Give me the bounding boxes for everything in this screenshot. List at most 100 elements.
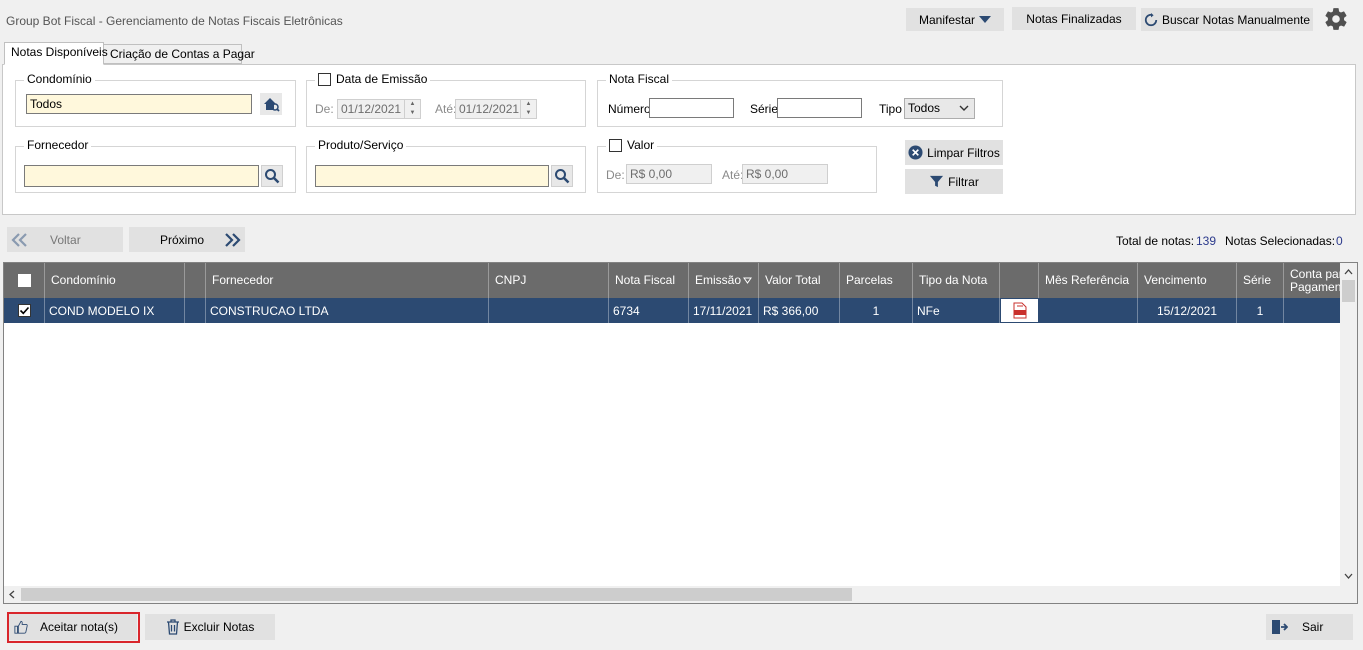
numero-field[interactable] (649, 98, 734, 118)
buscar-notas-label: Buscar Notas Manualmente (1161, 12, 1311, 27)
double-chevron-right-icon (225, 232, 241, 247)
data-emissao-label: Data de Emissão (336, 72, 428, 86)
sair-label: Sair (1302, 620, 1324, 634)
filtrar-button[interactable]: Filtrar (905, 169, 1003, 194)
data-ate-field[interactable]: 01/12/2021 ▲ ▼ (455, 99, 537, 119)
condominio-field[interactable]: Todos (26, 94, 252, 114)
settings-button[interactable] (1323, 6, 1351, 34)
filter-panel: Condomínio Todos Data de Emissão De: 01/… (2, 64, 1356, 215)
search-icon (265, 169, 280, 184)
col-valor-total[interactable]: Valor Total (759, 263, 840, 298)
buscar-notas-button[interactable]: Buscar Notas Manualmente (1141, 8, 1313, 31)
limpar-filtros-button[interactable]: Limpar Filtros (905, 140, 1003, 165)
data-ate-spinner[interactable]: ▲ ▼ (520, 100, 536, 118)
data-emissao-group: Data de Emissão De: 01/12/2021 ▲ ▼ Até: 0… (306, 72, 586, 127)
fornecedor-search-button[interactable] (261, 165, 283, 187)
produto-label: Produto/Serviço (315, 138, 407, 152)
select-all-checkbox[interactable] (17, 274, 31, 287)
col-condominio[interactable]: Condomínio (45, 263, 185, 298)
funnel-icon (930, 175, 944, 188)
notas-grid[interactable]: Condomínio Fornecedor CNPJ Nota Fiscal E… (3, 262, 1358, 604)
gear-icon (1325, 8, 1347, 30)
total-notas-label: Total de notas: (1116, 234, 1195, 248)
valor-de-field[interactable]: R$ 0,00 (626, 164, 712, 184)
cell-cnpj (489, 298, 609, 323)
col-mes-referencia[interactable]: Mês Referência (1039, 263, 1138, 298)
col-vencimento[interactable]: Vencimento (1138, 263, 1237, 298)
sair-button[interactable]: Sair (1266, 614, 1353, 640)
serie-label: Série (750, 102, 779, 116)
voltar-button[interactable]: Voltar (7, 227, 123, 252)
excluir-notas-label: Excluir Notas (183, 620, 255, 634)
col-conta-pagamento[interactable]: Conta para Pagamento (1284, 263, 1344, 298)
col-cnpj[interactable]: CNPJ (489, 263, 609, 298)
cell-serie: 1 (1237, 298, 1284, 323)
trash-icon (166, 619, 179, 635)
pdf-icon[interactable] (1013, 302, 1027, 319)
tab-criacao-contas[interactable]: Criação de Contas a Pagar (103, 44, 255, 64)
valor-ate-label: Até: (722, 168, 744, 182)
col-parcelas[interactable]: Parcelas (840, 263, 913, 298)
cell-valor-total: R$ 366,00 (759, 298, 840, 323)
serie-field[interactable] (777, 98, 862, 118)
cell-blank-1 (185, 298, 206, 323)
cell-fornecedor: CONSTRUCAO LTDA (206, 298, 489, 323)
produto-group: Produto/Serviço (306, 138, 586, 193)
col-fornecedor[interactable]: Fornecedor (206, 263, 489, 298)
search-icon (555, 169, 570, 184)
data-de-spinner[interactable]: ▲ ▼ (404, 100, 420, 118)
limpar-filtros-label: Limpar Filtros (927, 145, 1000, 160)
notas-selecionadas-label: Notas Selecionadas: (1225, 234, 1336, 248)
condominio-lookup-button[interactable] (260, 93, 282, 115)
notas-finalizadas-label: Notas Finalizadas (1026, 11, 1122, 26)
valor-checkbox[interactable] (609, 138, 622, 152)
vertical-scroll-thumb[interactable] (1342, 280, 1355, 302)
horizontal-scrollbar[interactable] (4, 586, 1341, 603)
notas-finalizadas-button[interactable]: Notas Finalizadas (1012, 7, 1136, 30)
col-tipo-nota[interactable]: Tipo da Nota (913, 263, 1000, 298)
tipo-select[interactable]: Todos (904, 98, 975, 119)
cell-nota-fiscal: 6734 (609, 298, 689, 323)
cell-parcelas: 1 (840, 298, 913, 323)
scroll-down-icon[interactable] (1344, 573, 1353, 579)
total-notas-value: 139 (1196, 234, 1217, 248)
exit-door-icon (1272, 620, 1288, 634)
cell-condominio: COND MODELO IX (45, 298, 185, 323)
scroll-up-icon[interactable] (1344, 269, 1353, 275)
fornecedor-field[interactable] (24, 165, 259, 187)
caret-down-icon (979, 15, 992, 23)
vertical-scrollbar[interactable] (1340, 263, 1357, 603)
cell-pdf[interactable] (1000, 298, 1039, 323)
table-row[interactable]: COND MODELO IX CONSTRUCAO LTDA 6734 17/1… (4, 298, 1341, 323)
proximo-button[interactable]: Próximo (129, 227, 245, 252)
data-de-label: De: (315, 102, 334, 116)
produto-search-button[interactable] (551, 165, 573, 187)
horizontal-scroll-thumb[interactable] (21, 588, 852, 601)
house-search-icon (264, 98, 280, 112)
notas-selecionadas-value: 0 (1336, 234, 1343, 248)
select-all-header (4, 263, 45, 298)
cell-emissao: 17/11/2021 (689, 298, 759, 323)
refresh-icon (1144, 12, 1158, 26)
voltar-label: Voltar (50, 232, 81, 247)
tab-notas-disponiveis[interactable]: Notas Disponíveis (4, 42, 108, 65)
row-checkbox[interactable] (17, 304, 31, 317)
scroll-left-icon[interactable] (9, 590, 15, 599)
col-emissao[interactable]: Emissão (689, 263, 759, 298)
cell-tipo-nota: NFe (913, 298, 1000, 323)
condominio-label: Condomínio (24, 72, 95, 86)
col-blank-2[interactable] (1000, 263, 1039, 298)
data-emissao-checkbox[interactable] (318, 72, 331, 86)
fornecedor-group: Fornecedor (15, 138, 296, 193)
col-nota-fiscal[interactable]: Nota Fiscal (609, 263, 689, 298)
valor-ate-field[interactable]: R$ 0,00 (742, 164, 828, 184)
data-de-field[interactable]: 01/12/2021 ▲ ▼ (337, 99, 421, 119)
row-select-cell (4, 298, 45, 323)
excluir-notas-button[interactable]: Excluir Notas (145, 614, 275, 640)
produto-field[interactable] (315, 165, 549, 187)
col-blank-1[interactable] (185, 263, 206, 298)
cell-mes-referencia (1039, 298, 1138, 323)
manifestar-button[interactable]: Manifestar (906, 8, 1004, 31)
col-serie[interactable]: Série (1237, 263, 1284, 298)
nota-fiscal-group: Nota Fiscal Número Série Tipo Todos (597, 72, 1003, 127)
